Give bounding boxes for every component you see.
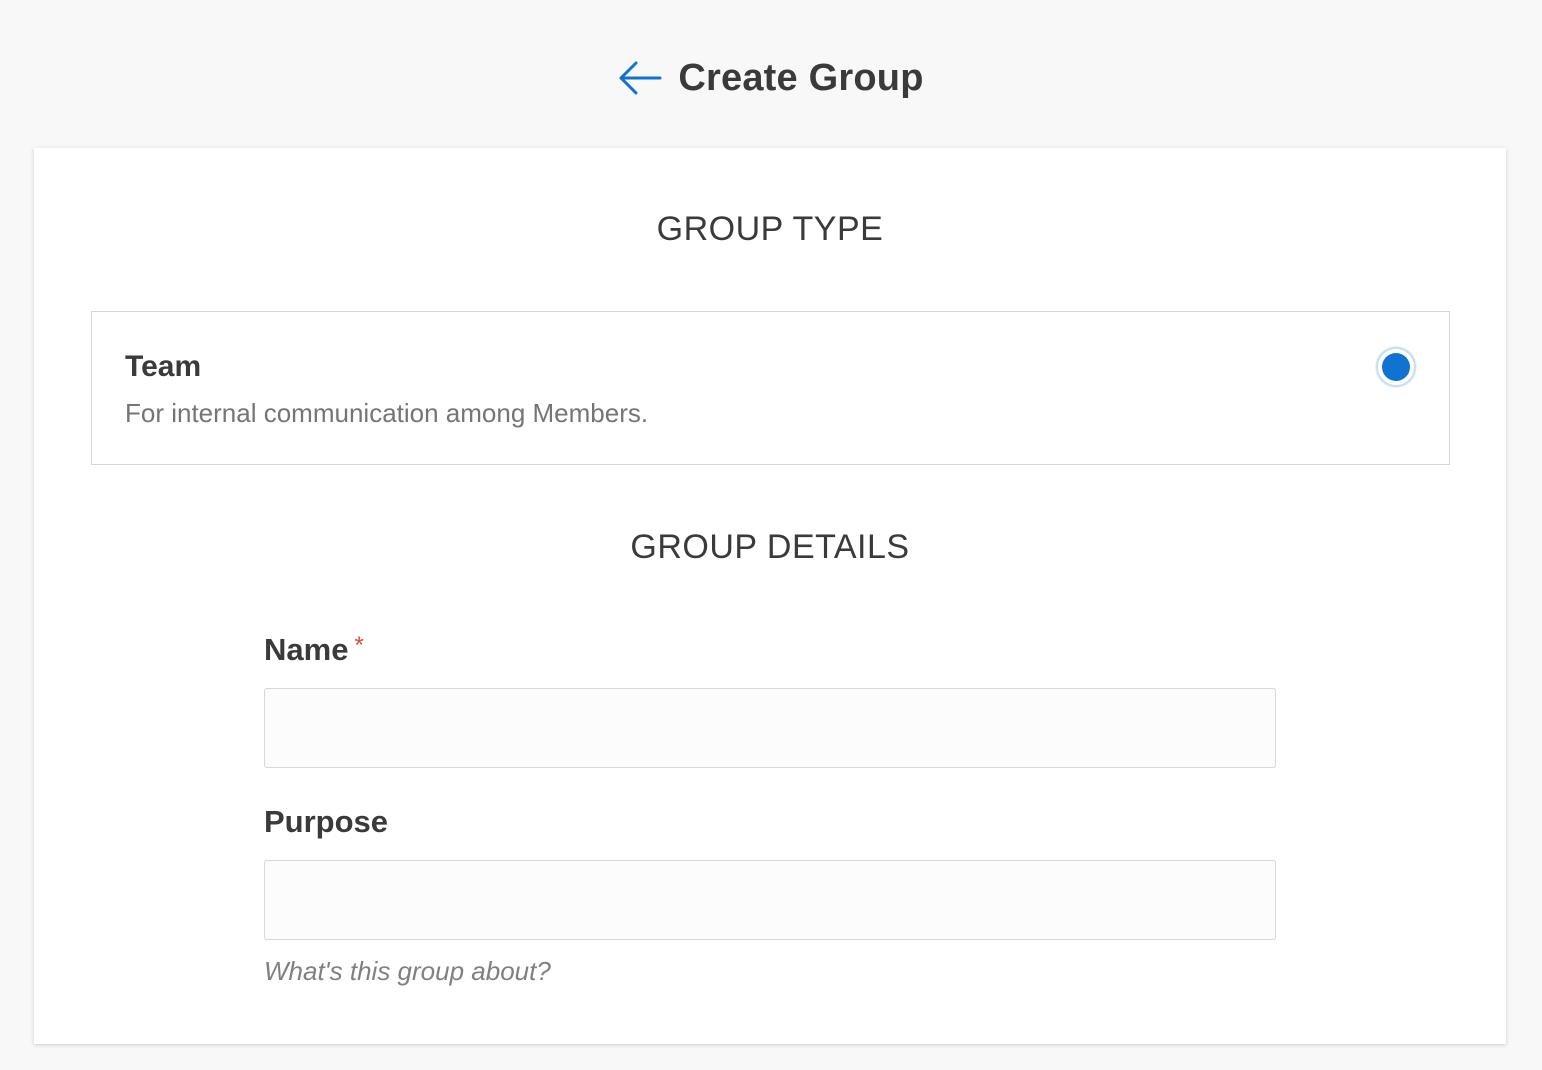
name-input[interactable]	[264, 688, 1276, 768]
group-type-radio-team[interactable]	[1376, 347, 1416, 387]
name-field-label: Name *	[264, 632, 364, 668]
create-group-page: Create Group GROUP TYPE Team For interna…	[0, 0, 1542, 1070]
group-type-option-description: For internal communication among Members…	[125, 398, 649, 428]
required-indicator: *	[354, 632, 364, 659]
purpose-input[interactable]	[264, 860, 1276, 940]
radio-selected-dot	[1382, 353, 1410, 381]
arrow-left-icon	[619, 61, 662, 95]
purpose-help-text: What's this group about?	[264, 956, 551, 986]
group-type-option-team[interactable]: Team For internal communication among Me…	[91, 311, 1450, 465]
page-title: Create Group	[678, 56, 924, 99]
create-group-card: GROUP TYPE Team For internal communicati…	[34, 148, 1506, 1044]
group-type-option-title: Team	[125, 350, 202, 383]
purpose-field-label: Purpose	[264, 804, 389, 839]
page-header: Create Group	[0, 52, 1542, 104]
name-label-text: Name	[264, 632, 349, 667]
group-details-heading: GROUP DETAILS	[630, 528, 910, 566]
group-type-heading: GROUP TYPE	[656, 210, 884, 248]
back-button[interactable]	[618, 60, 662, 96]
